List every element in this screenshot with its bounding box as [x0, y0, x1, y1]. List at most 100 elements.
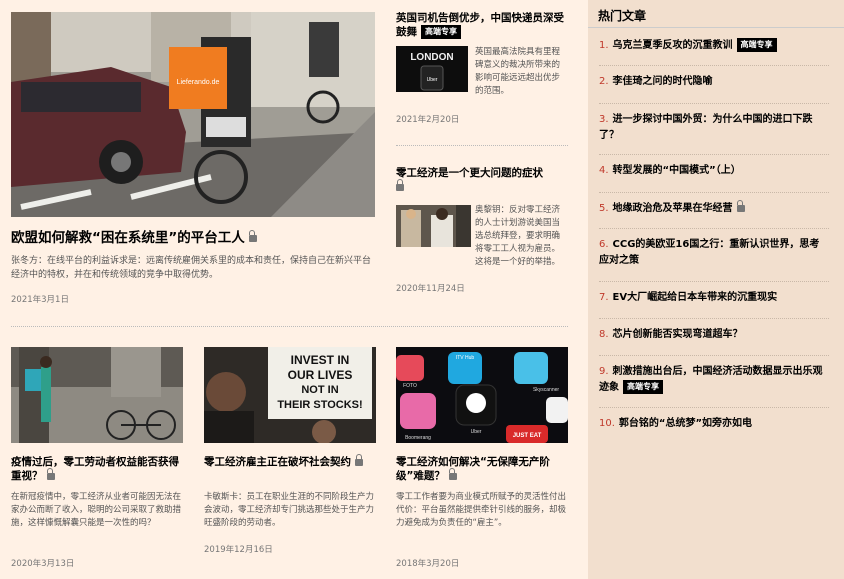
article-uber-image[interactable]: LONDON Uber [396, 46, 468, 92]
protest-photo [396, 205, 471, 247]
article-precariat-title-text[interactable]: 零工经济如何解决“无保障无产阶级”难题？ [396, 456, 550, 482]
protest-sign-photo: INVEST IN OUR LIVES NOT IN THEIR STOCKS! [204, 347, 376, 443]
bag-text: Lieferando.de [177, 79, 220, 86]
popular-divider [599, 228, 829, 229]
popular-item-title[interactable]: 郭台铭的“总统梦”如旁亦如电 [619, 418, 752, 429]
hero-photo: Lieferando.de [11, 12, 375, 217]
popular-item[interactable]: 6. CCG的美欧亚16国之行：重新认识世界，思考应对之策 [599, 237, 829, 269]
popular-item[interactable]: 8. 芯片创新能否实现弯道超车？ [599, 327, 829, 343]
article-covid-summary: 在新冠疫情中，零工经济从业者可能因无法在家办公而断了收入，聪明的公司采取了救助措… [11, 492, 182, 528]
sidebar-heading: 热门文章 [598, 9, 647, 23]
lock-icon [396, 178, 404, 191]
article-uber-title[interactable]: 英国司机告倒优步，中国快递员深受鼓舞 高端专享 [396, 11, 568, 39]
article-uber-date: 2021年2月20日 [396, 115, 460, 125]
popular-item[interactable]: 1. 乌克兰夏季反攻的沉重教训 高端专享 [599, 38, 829, 54]
article-gig-summary: 奥黎钥：反对零工经济的人士计划游说美国当选总统拜登，要求明确将零工工人视为雇员。… [475, 205, 561, 267]
hero-date: 2021年3月1日 [11, 295, 69, 305]
popular-item[interactable]: 2. 李佳琦之问的时代隐喻 [599, 74, 829, 90]
popular-item-number: 9. [599, 366, 609, 377]
popular-divider [599, 154, 829, 155]
app-label: JUST EAT [513, 433, 542, 439]
article-gig-image[interactable] [396, 205, 471, 247]
london-text: LONDON [410, 52, 453, 63]
popular-divider [599, 103, 829, 104]
popular-item[interactable]: 3. 进一步探讨中国外贸：为什么中国的进口下跌了？ [599, 112, 829, 144]
article-uber-summary: 英国最高法院具有里程碑意义的裁决所带来的影响可能远远超出优步的范围。 [475, 47, 561, 96]
premium-badge: 高端专享 [736, 38, 777, 52]
premium-badge: 高端专享 [421, 25, 461, 39]
app-icons-photo: FOTO ITV Hub Uber Skyscanner Boomerang J… [396, 347, 568, 443]
uber-text: Uber [427, 77, 438, 83]
article-contract-image[interactable]: INVEST IN OUR LIVES NOT IN THEIR STOCKS! [204, 347, 376, 443]
courier-photo [11, 347, 183, 443]
lock-icon [448, 467, 457, 480]
popular-item-number: 10. [599, 418, 615, 429]
london-uber-photo: LONDON Uber [396, 46, 468, 92]
sidebar-heading-rule [588, 27, 844, 28]
popular-item-number: 5. [599, 203, 609, 214]
popular-item-number: 2. [599, 76, 609, 87]
premium-badge: 高端专享 [623, 380, 663, 394]
hero-title[interactable]: 欧盟如何解救“困在系统里”的平台工人 [11, 229, 375, 247]
popular-item-title[interactable]: 转型发展的“中国模式”（上） [613, 165, 741, 176]
popular-item[interactable]: 7. EV大厂崛起给日本车带来的沉重现实 [599, 290, 829, 306]
article-gig-title[interactable]: 零工经济是一个更大问题的症状 [396, 166, 568, 194]
popular-item[interactable]: 10. 郭台铭的“总统梦”如旁亦如电 [599, 416, 829, 432]
lock-icon [355, 453, 363, 466]
popular-item-number: 4. [599, 165, 609, 176]
popular-divider [599, 281, 829, 282]
article-contract-summary: 卡敏斯卡：员工在职业生涯的不同阶段生产力会波动，零工经济却专门挑选那些处于生产力… [204, 492, 375, 528]
popular-divider [599, 407, 829, 408]
hero-title-text[interactable]: 欧盟如何解救“困在系统里”的平台工人 [11, 230, 245, 246]
article-precariat-title[interactable]: 零工经济如何解决“无保障无产阶级”难题？ [396, 455, 568, 483]
article-contract-title-text[interactable]: 零工经济雇主正在破坏社会契约 [204, 456, 351, 468]
popular-item-title[interactable]: 乌克兰夏季反攻的沉重教训 [613, 40, 733, 51]
sign-line-2: OUR LIVES [288, 368, 353, 382]
article-precariat-date: 2018年3月20日 [396, 559, 460, 569]
article-precariat-image[interactable]: FOTO ITV Hub Uber Skyscanner Boomerang J… [396, 347, 568, 443]
popular-item-title[interactable]: 地缘政治危及苹果在华经营 [613, 203, 733, 214]
app-label: FOTO [403, 383, 417, 389]
hero-image[interactable]: Lieferando.de [11, 12, 375, 217]
popular-item-number: 6. [599, 239, 609, 250]
popular-divider [599, 192, 829, 193]
sign-line-1: INVEST IN [291, 353, 350, 367]
popular-item-title[interactable]: CCG的美欧亚16国之行：重新认识世界，思考应对之策 [599, 239, 819, 266]
article-precariat-summary: 零工工作者要为商业模式所赋予的灵活性付出代价：平台虽然能提供牵针引线的服务，却极… [396, 492, 567, 528]
lock-icon [46, 467, 55, 480]
article-covid-date: 2020年3月13日 [11, 559, 75, 569]
hero-summary: 张冬方：在线平台的利益诉求是：远离传统雇佣关系里的成本和责任，保持自己在新兴平台… [11, 256, 372, 280]
article-covid-title[interactable]: 疫情过后，零工劳动者权益能否获得重视？ [11, 455, 183, 483]
popular-item-number: 8. [599, 329, 609, 340]
popular-divider [599, 318, 829, 319]
popular-item[interactable]: 4. 转型发展的“中国模式”（上） [599, 163, 829, 179]
sign-line-3: NOT IN [301, 384, 338, 396]
app-label: ITV Hub [456, 355, 475, 361]
lock-icon [248, 229, 257, 242]
popular-item-title[interactable]: EV大厂崛起给日本车带来的沉重现实 [613, 292, 778, 303]
popular-item-number: 7. [599, 292, 609, 303]
popular-item-number: 3. [599, 114, 609, 125]
article-gig-title-text[interactable]: 零工经济是一个更大问题的症状 [396, 167, 543, 179]
article-covid-title-text[interactable]: 疫情过后，零工劳动者权益能否获得重视？ [11, 456, 179, 482]
popular-divider [599, 355, 829, 356]
sign-line-4: THEIR STOCKS! [277, 399, 362, 411]
popular-item[interactable]: 5. 地缘政治危及苹果在华经营 [599, 199, 829, 217]
popular-item-title[interactable]: 进一步探讨中国外贸：为什么中国的进口下跌了？ [599, 114, 813, 141]
popular-divider [599, 65, 829, 66]
app-label: Skyscanner [533, 387, 559, 393]
section-divider [11, 326, 568, 327]
article-covid-image[interactable] [11, 347, 183, 443]
popular-item-title[interactable]: 芯片创新能否实现弯道超车？ [613, 329, 743, 340]
article-contract-date: 2019年12月16日 [204, 545, 273, 555]
popular-item-title[interactable]: 李佳琦之问的时代隐喻 [613, 76, 713, 87]
popular-item[interactable]: 9. 刺激措施出台后，中国经济活动数据显示出乐观迹象 高端专享 [599, 364, 829, 396]
app-label: Uber [471, 429, 482, 435]
popular-item-number: 1. [599, 40, 609, 51]
article-contract-title[interactable]: 零工经济雇主正在破坏社会契约 [204, 453, 376, 469]
divider [396, 145, 568, 146]
delivery-bag [169, 47, 227, 109]
lock-icon [736, 199, 745, 212]
article-gig-date: 2020年11月24日 [396, 284, 465, 294]
app-label: Boomerang [405, 435, 431, 441]
